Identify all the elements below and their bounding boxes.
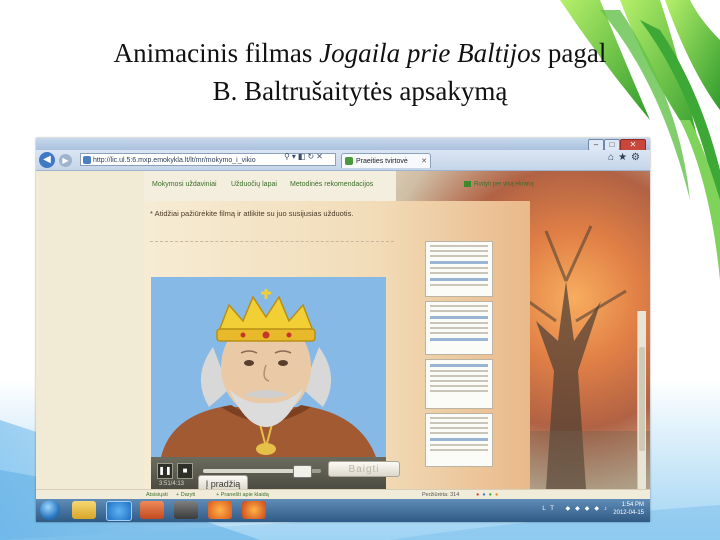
tray-icon[interactable]: ◆ [585,506,595,512]
worksheet-thumbnail[interactable] [425,301,493,355]
screen-icon [464,181,471,187]
video-player[interactable] [151,277,386,457]
page-favicon-icon [83,156,91,164]
window-titlebar: – □ ✕ [36,138,650,151]
star-icon[interactable]: ★ [618,152,631,163]
volume-tray-icon[interactable]: ♪ [604,506,612,512]
firefox-icon[interactable] [242,501,266,519]
tab-praeities-tvirtove[interactable]: Praeities tvirtovė ✕ [341,153,431,168]
pause-button[interactable]: ❚❚ [157,463,173,479]
title-suffix: pagal [541,38,607,68]
instruction-text: * Atidžiai pažiūrėkite filmą ir atlikite… [150,209,354,218]
explorer-icon[interactable] [72,501,96,519]
video-progress-fill [203,469,301,473]
menu-uzduociu-lapai[interactable]: Užduočių lapai [231,181,277,188]
browser-toolbar: ◀ ▶ http://lic.ul.5:6.mxp.emokykla.lt/lt… [36,150,650,171]
page-scrollbar[interactable] [637,311,646,489]
tray-icon[interactable]: ◆ [594,506,604,512]
firefox-icon[interactable] [208,501,232,519]
media-player-icon[interactable] [174,501,198,519]
tab-favicon-icon [345,157,353,165]
worksheet-thumbnail[interactable] [425,359,493,409]
fullscreen-label: Rodyti per visą ekraną [474,181,534,188]
clock-date: 2012-04-15 [613,510,644,516]
film-title: Jogaila prie Baltijos [319,38,542,68]
slide-title: Animacinis filmas Jogaila prie Baltijos … [40,34,680,110]
footer-report-label: Pranešti apie klaidą [220,492,269,498]
clock-time: 1:54 PM [621,502,644,508]
tray-icon[interactable]: ◆ [575,506,585,512]
forward-arrow-icon[interactable]: ▶ [59,154,72,167]
system-tray: LT ◆◆◆◆♪ [542,505,612,512]
back-arrow-icon[interactable]: ◀ [39,152,55,168]
tab-close-icon[interactable]: ✕ [421,154,427,168]
web-page: Mokymosi uždaviniai Užduočių lapai Metod… [36,171,650,489]
home-icon[interactable]: ⌂ [608,152,618,163]
powerpoint-icon[interactable] [140,501,164,519]
finish-button[interactable]: Baigti [328,461,400,477]
fullscreen-link[interactable]: Rodyti per visą ekraną [464,181,534,188]
search-icon[interactable]: ⚲ [284,152,292,161]
worksheet-thumbnail[interactable] [425,241,493,297]
seek-handle[interactable] [292,465,312,478]
refresh-icon[interactable]: ↻ [307,152,316,161]
start-button[interactable] [40,500,60,520]
browser-screenshot: – □ ✕ ◀ ▶ http://lic.ul.5:6.mxp.emokykla… [36,138,650,522]
king-jogaila-illustration [151,277,386,457]
menu-metodines-rekomendacijos[interactable]: Metodinės rekomendacijos [290,181,373,188]
address-bar-icons: ⚲▾◧↻✕ [284,150,325,163]
social-icon[interactable]: ● [495,492,501,498]
language-indicator[interactable]: LT [542,506,558,512]
gear-icon[interactable]: ⚙ [631,152,644,163]
presentation-slide: Animacinis filmas Jogaila prie Baltijos … [0,0,720,540]
tab-label: Praeities tvirtovė [356,158,408,165]
internet-explorer-icon[interactable] [106,501,132,521]
compat-icon[interactable]: ◧ [298,152,308,161]
stop-button[interactable]: ■ [177,463,193,479]
title-prefix: Animacinis filmas [113,38,320,68]
footer-do-label: Daryti [180,492,196,498]
stop-icon[interactable]: ✕ [316,152,325,161]
url-text: http://lic.ul.5:6.mxp.emokykla.lt/lt/mr/… [93,157,256,164]
scrollbar-thumb[interactable] [639,347,645,451]
video-timecode: 3:51/4:13 [159,481,185,487]
worksheet-thumbnail[interactable] [425,413,493,467]
browser-tools: ⌂★⚙ [608,152,644,163]
windows-taskbar: LT ◆◆◆◆♪ 1:54 PM 2012-04-15 [36,499,650,522]
page-sidebar [36,171,144,489]
taskbar-clock[interactable]: 1:54 PM 2012-04-15 [613,501,644,517]
start-button[interactable]: Į pradžią [198,475,248,489]
tray-icon[interactable]: ◆ [566,506,576,512]
divider [150,241,394,242]
menu-mokymosi-uzdaviniai[interactable]: Mokymosi uždaviniai [152,181,217,188]
title-line2: B. Baltrušaitytės apsakymą [212,76,508,106]
